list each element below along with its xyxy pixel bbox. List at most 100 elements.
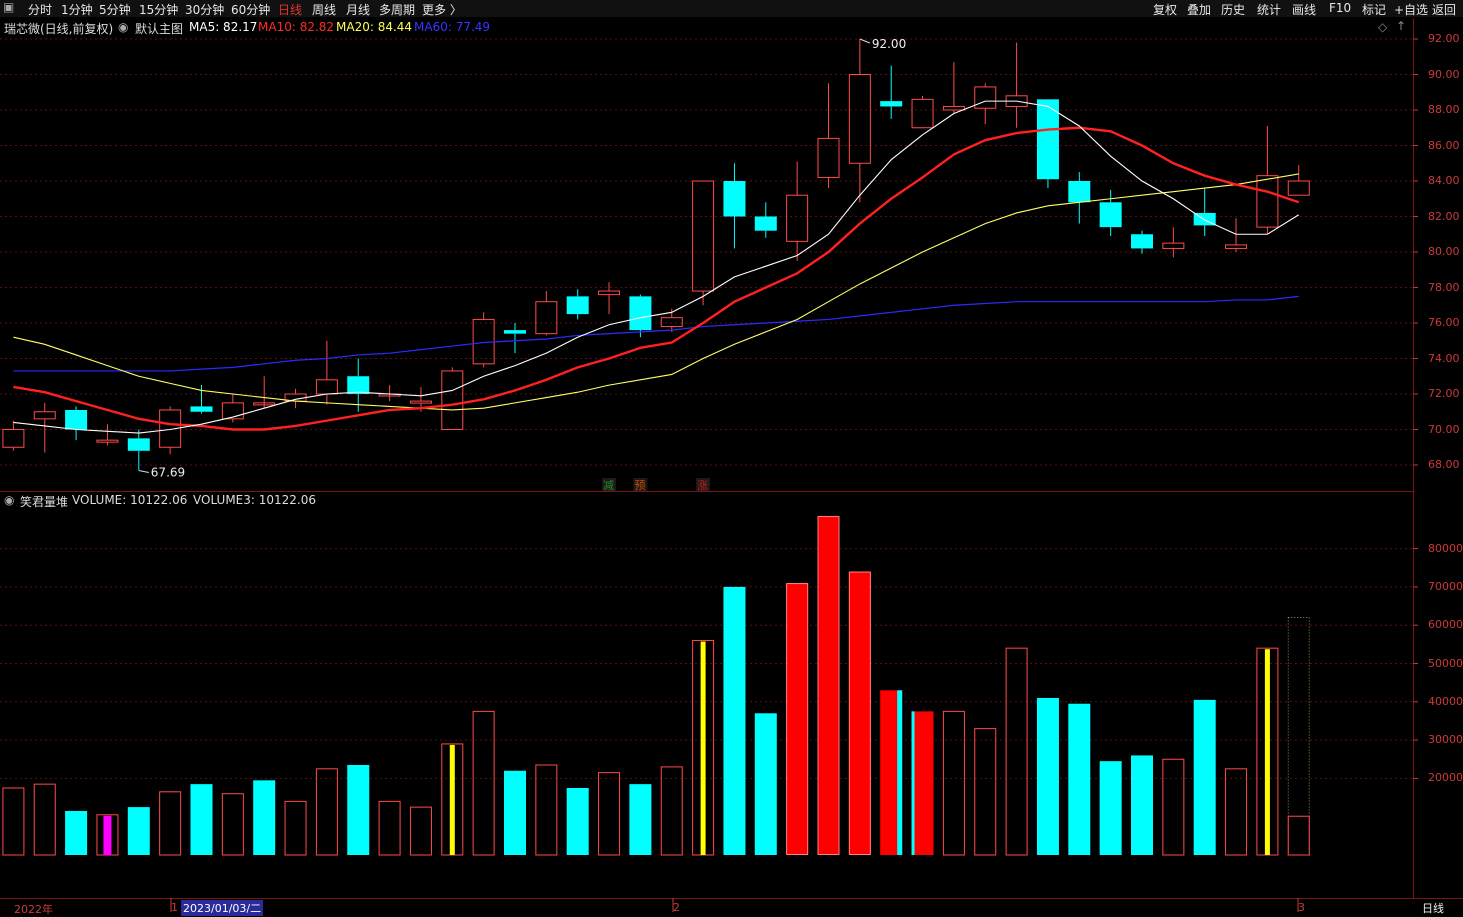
volume-bar [347, 764, 370, 855]
toolbar-button-6[interactable]: 标记 [1362, 1, 1386, 18]
volume3-label: VOLUME3: 10122.06 [193, 493, 316, 507]
year-label: 2022年 [14, 903, 53, 916]
indicator-icon[interactable]: ◉ [4, 493, 14, 507]
volume-tick-label: 70000 [1428, 579, 1463, 593]
candle-body-up [33, 411, 56, 420]
toolbar-button-8[interactable]: 返回 [1432, 1, 1456, 18]
period-tab-4[interactable]: 30分钟 [185, 1, 224, 18]
price-tick-label: 70.00 [1428, 422, 1460, 436]
candle-body-down [566, 296, 589, 315]
volume-bar [754, 713, 777, 855]
candle-body-down [1131, 234, 1153, 249]
volume-bar [1225, 768, 1248, 856]
chart-area[interactable]: 92.00 67.69 减 预 涨 [0, 0, 1463, 916]
price-tick-label: 90.00 [1428, 67, 1460, 81]
price-tick-label: 84.00 [1428, 174, 1460, 187]
high-marker-line [859, 38, 871, 44]
low-price-label: 67.69 [151, 466, 185, 480]
price-tick-label: 68.00 [1428, 458, 1460, 471]
volume-bar-marker [103, 815, 112, 855]
volume-bar [723, 586, 746, 855]
volume-bar [190, 784, 213, 855]
volume-tick-label: 80000 [1428, 541, 1463, 555]
toolbar-button-5[interactable]: F10 [1329, 1, 1351, 15]
candle-body-up [598, 290, 621, 296]
ma5-line [13, 100, 1300, 434]
signal-label-1: 预 [634, 479, 645, 492]
candle-body-down [1099, 202, 1122, 228]
toolbar-button-4[interactable]: 画线 [1292, 1, 1316, 18]
candle-body-up [1256, 175, 1279, 228]
volume-bar [942, 710, 965, 856]
candle-body-down [347, 376, 370, 394]
period-tab-7[interactable]: 周线 [312, 1, 336, 18]
template-label[interactable]: 默认主图 [135, 20, 183, 37]
price-tick-label: 76.00 [1428, 316, 1460, 329]
candle-body-up [409, 400, 432, 404]
toolbar-button-7[interactable]: +自选 [1394, 1, 1428, 18]
volume-bar-marker [449, 744, 455, 855]
price-tick-label: 92.00 [1428, 32, 1460, 45]
candle-body-up [974, 86, 997, 109]
indicator-title[interactable]: 笑君量堆 [20, 493, 68, 510]
volume-tick-label: 50000 [1428, 656, 1463, 670]
period-tab-3[interactable]: 15分钟 [139, 1, 178, 18]
volume-bar [848, 571, 871, 855]
price-tick-label: 86.00 [1428, 138, 1460, 152]
period-label[interactable]: 日线 [1422, 900, 1444, 916]
volume-bar [1005, 647, 1028, 856]
volume-bar [1193, 699, 1216, 855]
diamond-icon[interactable]: ◇ [1378, 20, 1387, 34]
toolbar-button-0[interactable]: 复权 [1153, 1, 1177, 18]
candle-body-down [1068, 181, 1091, 203]
layout-icon[interactable]: ▣ [3, 0, 14, 14]
cursor-date-label: 2023/01/03/二 [181, 900, 264, 916]
ma60-label: MA60: 77.49 [414, 20, 491, 34]
volume-bar [159, 791, 182, 856]
volume-bar [33, 783, 56, 856]
volume-bar [1068, 703, 1091, 855]
candle-body-up [817, 137, 840, 178]
period-tab-0[interactable]: 分时 [28, 1, 52, 18]
candle-body-up [315, 379, 338, 395]
volume-bar-stripe [897, 690, 903, 855]
volume-label: VOLUME: 10122.06 [72, 493, 188, 507]
volume-bar [566, 787, 589, 855]
toolbar-button-3[interactable]: 统计 [1257, 1, 1281, 18]
volume-bar [660, 766, 683, 856]
price-tick-label: 82.00 [1428, 209, 1460, 223]
candle-body-down [190, 406, 213, 412]
period-tab-10[interactable]: 更多 〉 [422, 1, 462, 18]
month-marker-2: 2 [673, 901, 680, 914]
volume-bar [284, 800, 307, 856]
period-tab-6[interactable]: 日线 [278, 1, 302, 18]
period-tab-2[interactable]: 5分钟 [99, 1, 131, 18]
candle-body-up [2, 429, 25, 448]
candle-body-down [754, 216, 777, 231]
volume-bar [1099, 761, 1122, 855]
period-tab-9[interactable]: 多周期 [379, 1, 415, 18]
period-tab-5[interactable]: 60分钟 [231, 1, 270, 18]
toolbar-button-2[interactable]: 历史 [1221, 1, 1245, 18]
candle-body-down [127, 438, 150, 451]
volume-tick-label: 20000 [1428, 771, 1463, 785]
candle-body-up [660, 317, 683, 328]
candle-body-down [880, 101, 903, 107]
price-tick-label: 88.00 [1428, 103, 1460, 116]
period-tab-1[interactable]: 1分钟 [61, 1, 93, 18]
month-marker-1: 1 [171, 901, 178, 914]
volume-bar-marker [700, 641, 706, 855]
volume-tick-label: 60000 [1428, 618, 1463, 632]
volume-bar [786, 583, 809, 855]
volume-tick-label: 30000 [1428, 733, 1463, 747]
template-icon[interactable]: ◉ [118, 20, 128, 34]
volume-bar [629, 784, 652, 855]
toolbar-button-1[interactable]: 叠加 [1187, 1, 1211, 18]
period-tab-8[interactable]: 月线 [346, 1, 370, 18]
volume-bar [974, 728, 997, 856]
volume-bar [378, 800, 401, 856]
volume-bar [598, 772, 621, 856]
volume-tick-label: 40000 [1428, 694, 1463, 708]
up-arrow-icon[interactable]: ↑ [1396, 19, 1406, 33]
volume-bar [1287, 815, 1310, 856]
